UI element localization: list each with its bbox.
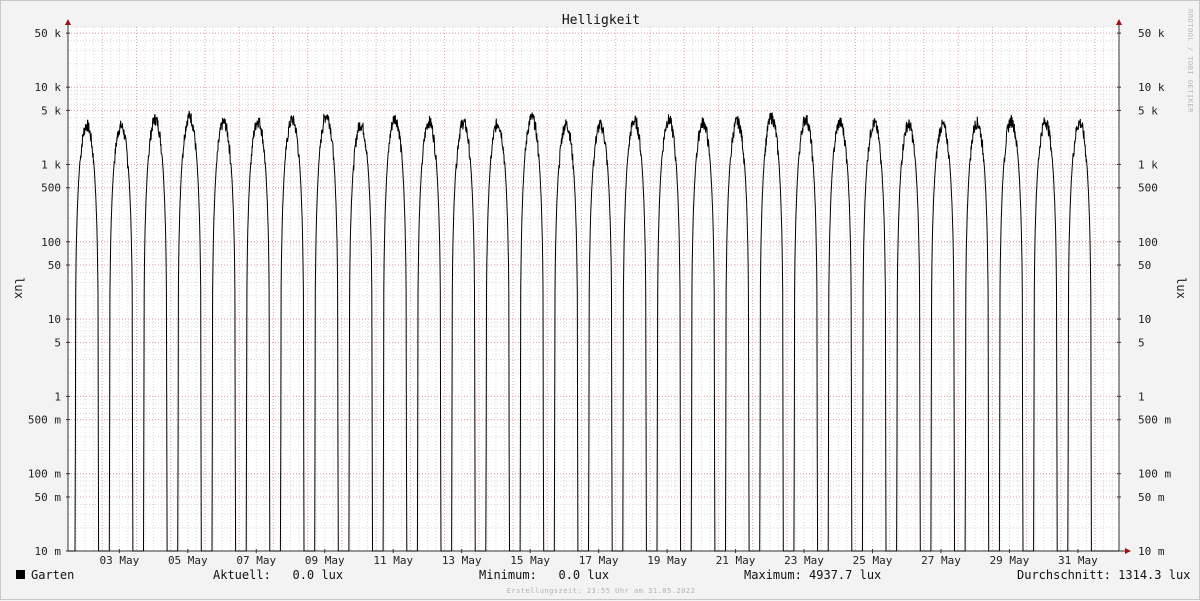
y-tick-label-right: 100 m [1138, 468, 1171, 481]
y-tick-label-left: 5 k [41, 104, 61, 117]
x-tick-label: 31 May [1058, 554, 1098, 567]
y-tick-label-left: 1 k [41, 158, 61, 171]
x-axis-arrow [1125, 548, 1131, 554]
x-tick-label: 11 May [373, 554, 413, 567]
brightness-chart: 50 k 10 k 5 k 1 k 500 100 50 10 5 1 500 m 100 m 50 m… [12, 9, 1194, 595]
y-tick-label-right: 1 k [1138, 158, 1158, 171]
stat-minimum: Minimum: 0.0 lux [479, 568, 610, 582]
legend: Garten Aktuell: 0.0 lux Minimum: 0.0 lux… [1, 567, 1200, 585]
legend-swatch [16, 570, 25, 579]
watermark: RRDTOOL / TOBI OETIKER [1186, 9, 1194, 113]
y-tick-label-right: 5 [1138, 336, 1145, 349]
y-tick-label-left: 10 k [35, 81, 62, 94]
legend-series-name: Garten [31, 568, 75, 582]
creation-time-footer: Erstellungszeit: 23:55 Uhr am 31.05.2022 [507, 587, 696, 595]
stat-average: Durchschnitt: 1314.3 lux [1017, 568, 1191, 582]
x-tick-label: 13 May [442, 554, 482, 567]
y-tick-label-right: 10 [1138, 313, 1151, 326]
x-tick-label: 09 May [305, 554, 345, 567]
y-tick-label-left: 50 k [35, 27, 62, 40]
y-tick-label-right: 50 m [1138, 491, 1165, 504]
stat-current: Aktuell: 0.0 lux [213, 568, 344, 582]
y-axis-label-left: lux [12, 277, 26, 299]
y-tick-label-right: 10 m [1138, 545, 1165, 558]
y-tick-label-right: 500 [1138, 182, 1158, 195]
y-tick-label-left: 50 m [35, 491, 62, 504]
y-axis-arrow-left [65, 19, 71, 25]
y-tick-label-right: 1 [1138, 390, 1145, 403]
x-tick-label: 29 May [990, 554, 1030, 567]
y-tick-label-right: 10 k [1138, 81, 1165, 94]
x-tick-label: 15 May [510, 554, 550, 567]
y-tick-label-left: 500 m [28, 414, 61, 427]
x-tick-label: 05 May [168, 554, 208, 567]
chart-title: Helligkeit [562, 13, 640, 28]
x-ticks: 03 May 05 May 07 May 09 May 11 May 13 May 15 M… [99, 549, 1098, 567]
x-tick-label: 23 May [784, 554, 824, 567]
y-ticks-left: 50 k 10 k 5 k 1 k 500 100 50 10 5 1 500 m 100 m 50 m… [28, 27, 70, 558]
y-axis-label-right: lux [1174, 277, 1188, 299]
y-tick-label-left: 100 m [28, 468, 61, 481]
y-tick-label-right: 5 k [1138, 104, 1158, 117]
x-tick-label: 25 May [853, 554, 893, 567]
x-tick-label: 07 May [236, 554, 276, 567]
y-tick-label-right: 100 [1138, 236, 1158, 249]
y-tick-label-left: 10 m [35, 545, 62, 558]
y-tick-label-left: 50 [48, 259, 61, 272]
y-tick-label-left: 10 [48, 313, 61, 326]
x-tick-label: 27 May [921, 554, 961, 567]
y-tick-label-left: 5 [54, 336, 61, 349]
x-tick-label: 03 May [99, 554, 139, 567]
chart-frame: 50 k 10 k 5 k 1 k 500 100 50 10 5 1 500 m 100 m 50 m… [0, 0, 1200, 600]
y-tick-label-right: 50 [1138, 259, 1151, 272]
y-tick-label-right: 50 k [1138, 27, 1165, 40]
x-tick-label: 21 May [716, 554, 756, 567]
y-tick-label-right: 500 m [1138, 414, 1171, 427]
x-tick-label: 17 May [579, 554, 619, 567]
stat-maximum: Maximum: 4937.7 lux [744, 568, 882, 582]
plot-area [68, 27, 1119, 551]
y-tick-label-left: 500 [41, 182, 61, 195]
x-tick-label: 19 May [647, 554, 687, 567]
y-tick-label-left: 100 [41, 236, 61, 249]
y-axis-arrow-right [1116, 19, 1122, 25]
y-ticks-right: 50 k 10 k 5 k 1 k 500 100 50 10 5 1 500 m 100 m 50 m… [1117, 27, 1171, 558]
y-tick-label-left: 1 [54, 390, 61, 403]
